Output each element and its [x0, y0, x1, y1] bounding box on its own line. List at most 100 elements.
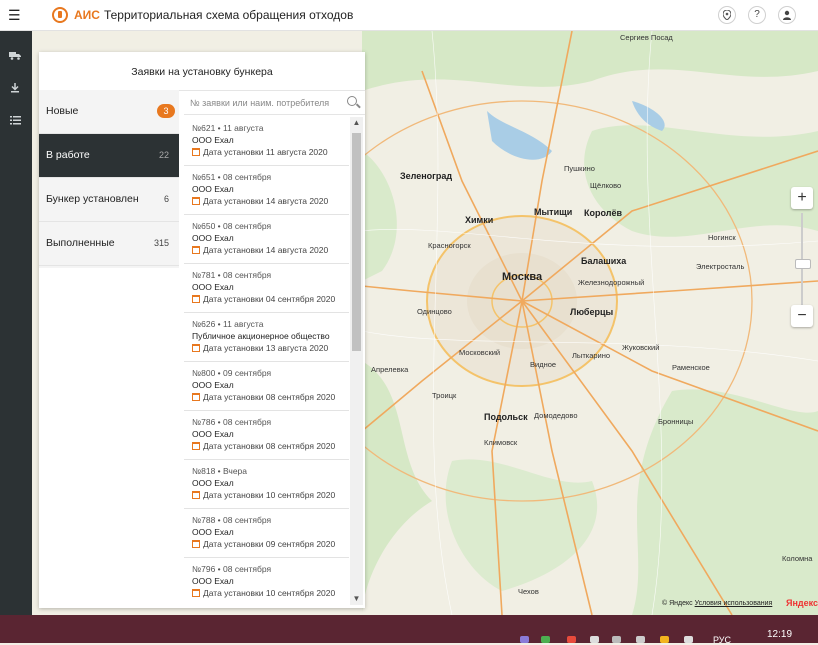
- request-install-date: Дата установки 10 сентября 2020: [192, 490, 335, 500]
- list-icon[interactable]: [8, 116, 22, 128]
- calendar-icon: [192, 344, 200, 352]
- terms-link[interactable]: Условия использования: [695, 600, 773, 607]
- request-item[interactable]: №786 • 08 сентября ООО Ехал Дата установ…: [184, 411, 349, 460]
- calendar-icon: [192, 491, 200, 499]
- map-label: Щёлково: [590, 181, 622, 190]
- calendar-icon: [192, 442, 200, 450]
- map-label: Железнодорожный: [578, 278, 645, 287]
- scroll-down-icon[interactable]: ▼: [350, 593, 363, 605]
- map-label: Жуковский: [622, 343, 660, 352]
- status-count-badge: 3: [157, 104, 175, 118]
- panel-title: Заявки на установку бункера: [131, 66, 273, 78]
- map-label: Москва: [502, 271, 543, 283]
- request-number-date: №788 • 08 сентября: [192, 515, 272, 525]
- network-icon[interactable]: [612, 636, 621, 643]
- request-item[interactable]: №788 • 08 сентября ООО Ехал Дата установ…: [184, 509, 349, 558]
- map-label: Сергиев Посад: [620, 33, 673, 42]
- install-date-text: Дата установки 04 сентября 2020: [203, 294, 336, 304]
- keyboard-language[interactable]: РУС: [713, 635, 731, 645]
- status-label: Выполненные: [46, 237, 115, 249]
- map-copyright: © Яндекс Условия использования: [662, 600, 772, 607]
- status-label: Новые: [46, 105, 79, 117]
- tray-app-icon[interactable]: [590, 636, 599, 643]
- request-install-date: Дата установки 14 августа 2020: [192, 196, 328, 206]
- status-count: 315: [153, 238, 169, 248]
- status-new[interactable]: Новые 3: [39, 90, 179, 134]
- request-number-date: №651 • 08 сентября: [192, 172, 272, 182]
- zoom-slider-handle[interactable]: [795, 259, 811, 269]
- search-icon[interactable]: [347, 96, 357, 106]
- request-item[interactable]: №818 • Вчера ООО Ехал Дата установки 10 …: [184, 460, 349, 509]
- request-organization: ООО Ехал: [192, 380, 234, 390]
- request-item[interactable]: №626 • 11 августа Публичное акционерное …: [184, 313, 349, 362]
- search-bar: [184, 92, 365, 115]
- help-glyph: ?: [754, 9, 760, 20]
- map-label: Домодедово: [534, 411, 578, 420]
- map-label: Мытищи: [534, 207, 573, 217]
- status-in-progress[interactable]: В работе 22: [39, 134, 179, 178]
- tray-app-icon[interactable]: [541, 636, 550, 643]
- map-label: Троицк: [432, 391, 457, 400]
- request-item[interactable]: №621 • 11 августа ООО Ехал Дата установк…: [184, 117, 349, 166]
- request-install-date: Дата установки 13 августа 2020: [192, 343, 328, 353]
- map-label: Раменское: [672, 363, 710, 372]
- request-item[interactable]: №781 • 08 сентября ООО Ехал Дата установ…: [184, 264, 349, 313]
- request-item[interactable]: №800 • 09 сентября ООО Ехал Дата установ…: [184, 362, 349, 411]
- app-abbr: АИС: [74, 8, 100, 22]
- status-count: 6: [163, 194, 169, 204]
- install-date-text: Дата установки 08 сентября 2020: [203, 392, 336, 402]
- request-number-date: №800 • 09 сентября: [192, 368, 272, 378]
- help-icon[interactable]: ?: [748, 6, 766, 24]
- request-organization: ООО Ехал: [192, 527, 234, 537]
- request-number-date: №796 • 08 сентября: [192, 564, 272, 574]
- install-date-text: Дата установки 09 сентября 2020: [203, 539, 336, 549]
- map-label: Лыткарино: [572, 351, 611, 360]
- zoom-in-button[interactable]: +: [791, 187, 813, 209]
- request-organization: ООО Ехал: [192, 233, 234, 243]
- map-label: Видное: [530, 360, 557, 369]
- truck-icon[interactable]: [8, 51, 22, 63]
- request-install-date: Дата установки 10 сентября 2020: [192, 588, 335, 598]
- request-organization: ООО Ехал: [192, 184, 234, 194]
- request-organization: ООО Ехал: [192, 429, 234, 439]
- system-clock[interactable]: 12:19: [767, 629, 792, 640]
- tray-app-icon[interactable]: [520, 636, 529, 643]
- menu-icon[interactable]: ☰: [8, 8, 21, 22]
- tray-app-icon[interactable]: [567, 636, 576, 643]
- app-logo-icon: [52, 7, 68, 23]
- scroll-thumb[interactable]: [352, 133, 361, 351]
- download-icon[interactable]: [8, 83, 22, 95]
- status-bunker-installed[interactable]: Бункер установлен 6: [39, 178, 179, 222]
- left-rail: [0, 31, 32, 615]
- location-icon[interactable]: [718, 6, 736, 24]
- status-completed[interactable]: Выполненные 315: [39, 222, 179, 266]
- search-input[interactable]: [190, 95, 336, 111]
- map-label: Люберцы: [570, 307, 614, 317]
- map-label: Бронницы: [658, 417, 694, 426]
- request-list-scrollbar[interactable]: ▲ ▼: [350, 117, 363, 605]
- request-item[interactable]: №796 • 08 сентября ООО Ехал Дата установ…: [184, 558, 349, 605]
- map-label: Электросталь: [696, 262, 745, 271]
- map-label: Апрелевка: [371, 365, 409, 374]
- calendar-icon: [192, 393, 200, 401]
- request-number-date: №621 • 11 августа: [192, 123, 264, 133]
- request-item[interactable]: №650 • 08 сентября ООО Ехал Дата установ…: [184, 215, 349, 264]
- tray-app-icon[interactable]: [684, 636, 693, 643]
- zoom-out-button[interactable]: −: [791, 305, 813, 327]
- map-label: Балашиха: [581, 256, 627, 266]
- request-install-date: Дата установки 08 сентября 2020: [192, 392, 335, 402]
- map-label: Химки: [465, 215, 494, 225]
- install-date-text: Дата установки 10 сентября 2020: [203, 588, 336, 598]
- user-icon[interactable]: [778, 6, 796, 24]
- map-label: Ногинск: [708, 233, 736, 242]
- calendar-icon: [192, 540, 200, 548]
- request-organization: ООО Ехал: [192, 135, 234, 145]
- request-number-date: №650 • 08 сентября: [192, 221, 272, 231]
- tray-app-icon[interactable]: [660, 636, 669, 643]
- scroll-up-icon[interactable]: ▲: [350, 117, 363, 129]
- map-label: Королёв: [584, 208, 623, 218]
- volume-icon[interactable]: [636, 636, 645, 643]
- request-number-date: №626 • 11 августа: [192, 319, 264, 329]
- os-taskbar: РУС 12:19: [0, 615, 818, 645]
- request-item[interactable]: №651 • 08 сентября ООО Ехал Дата установ…: [184, 166, 349, 215]
